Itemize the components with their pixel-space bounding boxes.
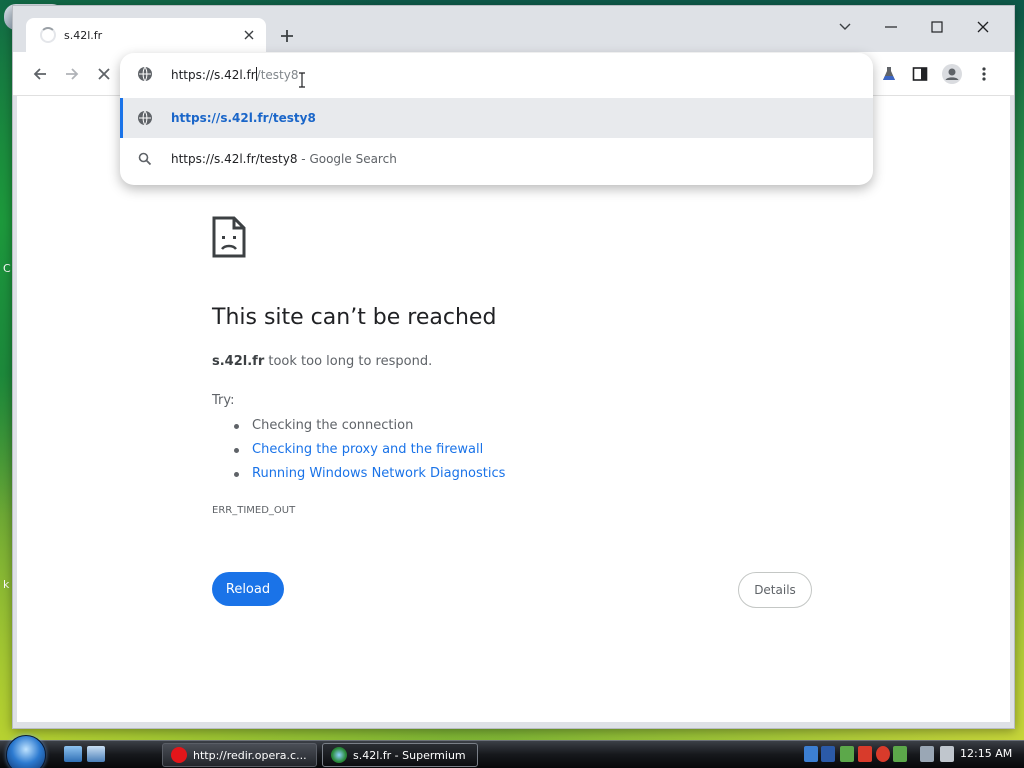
address-typed-text: https://s.42l.fr xyxy=(171,67,256,82)
tab-active[interactable]: s.42l.fr xyxy=(26,18,266,52)
search-icon xyxy=(138,152,152,166)
tray-info-icon[interactable] xyxy=(804,746,818,762)
address-autocomplete-text: /testy8 xyxy=(256,67,299,82)
minimize-button[interactable] xyxy=(869,12,913,42)
tray-shield-icon[interactable] xyxy=(893,746,907,762)
desktop-label-fragment: k xyxy=(3,578,10,591)
new-tab-button[interactable] xyxy=(275,24,299,48)
tab-close-icon[interactable] xyxy=(240,26,258,44)
tray-alert-icon[interactable] xyxy=(858,746,872,762)
error-code: ERR_TIMED_OUT xyxy=(212,505,296,516)
side-panel-icon[interactable] xyxy=(906,60,934,88)
taskbar-item-opera[interactable]: http://redir.opera.c... xyxy=(162,743,317,767)
taskbar: http://redir.opera.c... s.42l.fr - Super… xyxy=(0,735,1024,768)
address-text[interactable]: https://s.42l.fr/testy8 xyxy=(171,66,299,82)
link-check-proxy-firewall[interactable]: Checking the proxy and the firewall xyxy=(234,438,505,462)
close-window-button[interactable] xyxy=(961,12,1005,42)
globe-icon xyxy=(138,66,152,82)
error-message: s.42l.fr took too long to respond. xyxy=(212,354,432,369)
opera-icon xyxy=(171,747,187,763)
show-desktop-icon[interactable] xyxy=(64,746,82,762)
menu-kebab-icon[interactable] xyxy=(970,60,998,88)
suggestion-search-suffix: - Google Search xyxy=(297,152,397,166)
suggestion-check-connection: Checking the connection xyxy=(234,414,505,438)
tray-app-icon[interactable] xyxy=(821,746,835,762)
tab-title: s.42l.fr xyxy=(64,28,103,42)
suggestion-url[interactable]: https://s.42l.fr/testy8 xyxy=(120,98,873,138)
error-message-text: took too long to respond. xyxy=(264,354,433,369)
back-icon[interactable] xyxy=(26,60,54,88)
switch-windows-icon[interactable] xyxy=(87,746,105,762)
start-button[interactable] xyxy=(6,735,46,768)
tray-check-icon[interactable] xyxy=(840,746,854,762)
troubleshoot-list: Checking the connection Checking the pro… xyxy=(234,414,505,486)
taskbar-item-label: s.42l.fr - Supermium xyxy=(353,748,466,762)
sad-document-icon xyxy=(212,216,246,258)
reload-button[interactable]: Reload xyxy=(212,572,284,606)
browser-window: s.42l.fr https://s.42l.fr/testy8 https:/… xyxy=(12,5,1015,729)
tray-network-icon[interactable] xyxy=(920,746,934,762)
tray-volume-muted-icon[interactable] xyxy=(940,746,954,762)
error-title: This site can’t be reached xyxy=(212,305,497,330)
desktop-label-fragment: C xyxy=(3,262,11,275)
suggestion-url-text: https://s.42l.fr/testy8 xyxy=(171,111,316,125)
globe-icon xyxy=(138,110,152,126)
stop-icon[interactable] xyxy=(90,60,118,88)
error-host: s.42l.fr xyxy=(212,354,265,369)
ibeam-cursor-icon xyxy=(299,72,305,88)
loading-spinner-icon xyxy=(40,27,56,43)
tray-block-icon[interactable] xyxy=(876,746,890,762)
supermium-icon xyxy=(331,747,347,763)
tab-search-icon[interactable] xyxy=(823,12,867,42)
suggestion-search[interactable]: https://s.42l.fr/testy8 - Google Search xyxy=(120,139,873,179)
taskbar-clock[interactable]: 12:15 AM xyxy=(960,747,1012,760)
omnibox-dropdown: https://s.42l.fr/testy8 https://s.42l.fr… xyxy=(120,53,873,185)
maximize-button[interactable] xyxy=(915,12,959,42)
page-content: This site can’t be reached s.42l.fr took… xyxy=(17,96,1010,722)
title-bar: s.42l.fr xyxy=(13,6,1014,52)
suggestion-search-query: https://s.42l.fr/testy8 xyxy=(171,152,298,166)
error-page: This site can’t be reached s.42l.fr took… xyxy=(212,96,822,696)
link-network-diagnostics[interactable]: Running Windows Network Diagnostics xyxy=(234,462,505,486)
profile-avatar-icon[interactable] xyxy=(938,60,966,88)
suggestion-search-text: https://s.42l.fr/testy8 - Google Search xyxy=(171,152,397,166)
details-button[interactable]: Details xyxy=(738,572,812,608)
taskbar-item-label: http://redir.opera.c... xyxy=(193,748,307,762)
taskbar-item-supermium[interactable]: s.42l.fr - Supermium xyxy=(322,743,478,767)
try-label: Try: xyxy=(212,393,235,408)
address-bar[interactable]: https://s.42l.fr/testy8 xyxy=(120,53,873,95)
forward-icon[interactable] xyxy=(58,60,86,88)
labs-icon[interactable] xyxy=(875,60,903,88)
